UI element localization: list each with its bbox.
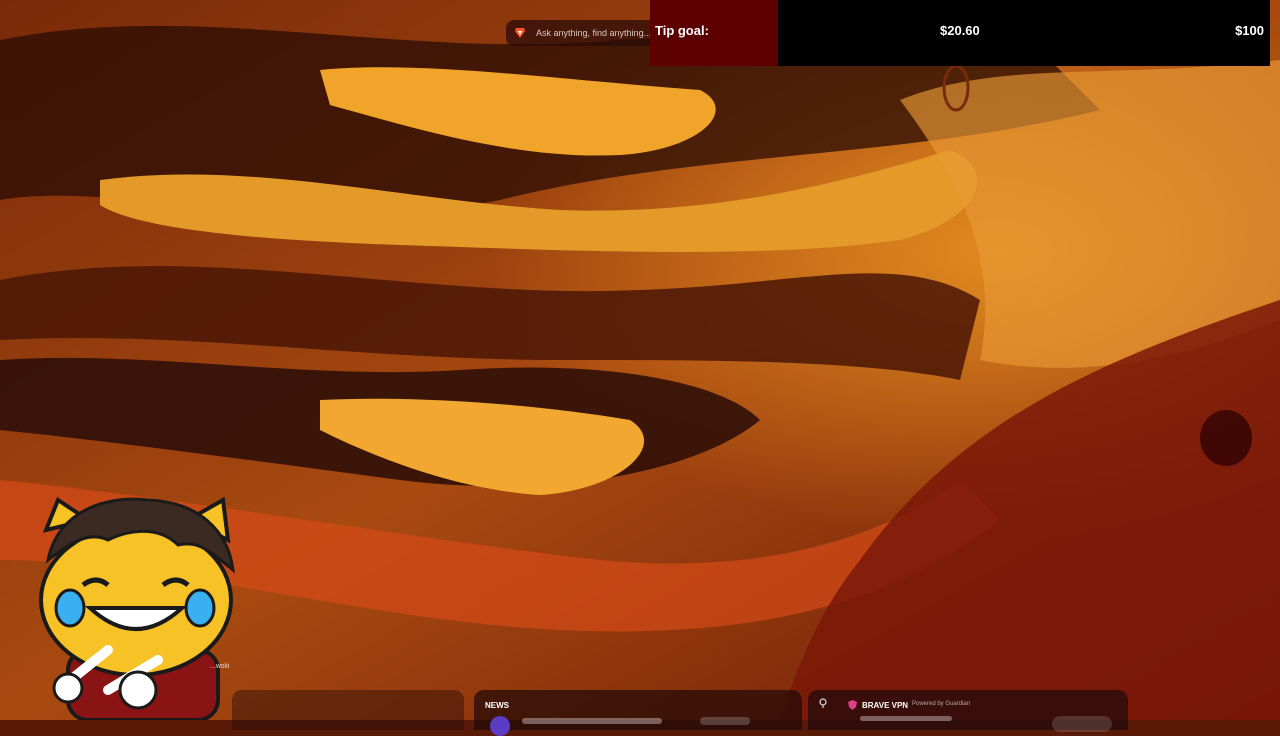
vpn-widget-title: BRAVE VPN	[862, 701, 909, 710]
tip-goal-current: $20.60	[940, 23, 980, 38]
mascot-caption: ...wski	[210, 663, 230, 670]
vpn-shield-icon	[848, 700, 857, 710]
vpn-start-button[interactable]	[1052, 716, 1112, 732]
tip-goal-target: $100	[1235, 23, 1264, 38]
search-placeholder: Ask anything, find anything...	[536, 28, 650, 38]
news-source-avatar	[490, 716, 510, 736]
vpn-description	[860, 716, 952, 721]
news-headline[interactable]	[522, 718, 662, 724]
cat-mascot-avatar	[39, 496, 235, 720]
tip-goal-label: Tip goal:	[655, 23, 709, 38]
news-action-button[interactable]	[700, 717, 750, 725]
widget-card[interactable]	[232, 690, 464, 730]
news-widget[interactable]: NEWS	[474, 690, 802, 736]
vpn-widget[interactable]: BRAVE VPN Powered by Guardian	[808, 690, 1128, 732]
pin-icon[interactable]	[818, 698, 828, 708]
brave-lion-icon	[515, 28, 525, 38]
vpn-powered-by: Powered by Guardian	[912, 701, 971, 707]
news-widget-title: NEWS	[485, 701, 509, 710]
search-input[interactable]: Ask anything, find anything...	[506, 20, 650, 46]
tip-goal-bar: Tip goal: $20.60 $100	[650, 0, 1270, 66]
